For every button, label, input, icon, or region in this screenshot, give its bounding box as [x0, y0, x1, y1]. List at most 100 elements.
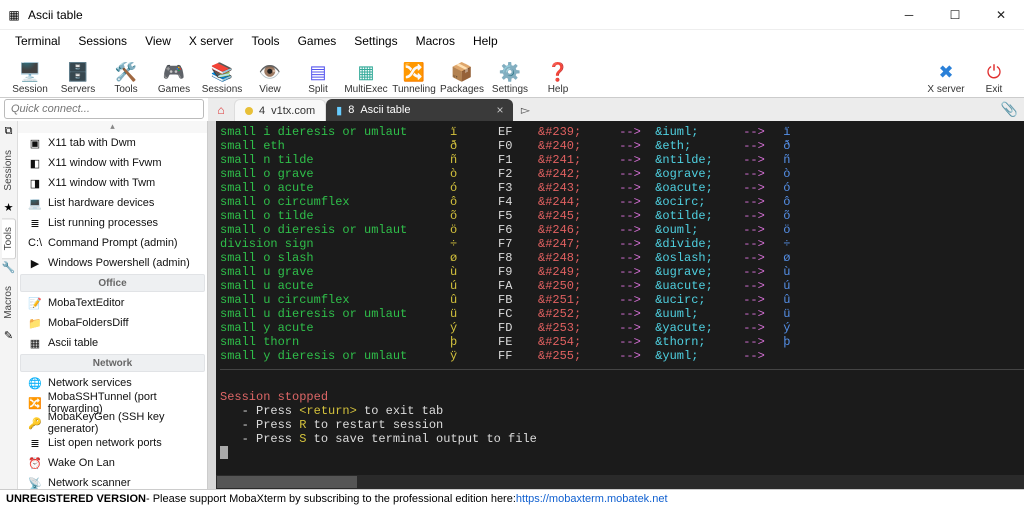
sidebar-item[interactable]: 📡Network scanner	[18, 473, 207, 489]
sidebar-item-label: X11 window with Twm	[48, 177, 155, 189]
minimize-button[interactable]: ─	[886, 0, 932, 30]
sidebar-item-icon: 🌐	[28, 377, 42, 390]
packages-icon: 📦	[451, 61, 473, 83]
tool-servers[interactable]: 🗄️Servers	[54, 61, 102, 97]
sidebar-item[interactable]: ≣List open network ports	[18, 433, 207, 453]
session-icon: 🖥️	[19, 61, 41, 83]
sidebar-scroll-up[interactable]: ▴	[18, 121, 207, 133]
tool-packages[interactable]: 📦Packages	[438, 61, 486, 97]
menu-settings[interactable]: Settings	[345, 32, 406, 50]
sidebar-section-header: Network	[20, 354, 205, 372]
sidebar-item-label: MobaFoldersDiff	[48, 317, 129, 329]
sidebar-item-icon: 📝	[28, 297, 42, 310]
sidebar-item-label: Windows Powershell (admin)	[48, 257, 190, 269]
sidebar-item-icon: 💻	[28, 197, 42, 210]
scrollbar-thumb[interactable]	[217, 476, 357, 488]
tool-help[interactable]: ❓Help	[534, 61, 582, 97]
terminal-h-scrollbar[interactable]	[216, 475, 1024, 489]
tool-exit[interactable]: ⏻Exit	[970, 61, 1018, 97]
sidebar-item[interactable]: 🔑MobaKeyGen (SSH key generator)	[18, 413, 207, 433]
menu-sessions[interactable]: Sessions	[69, 32, 136, 50]
status-link[interactable]: https://mobaxterm.mobatek.net	[516, 493, 668, 505]
terminal-cursor	[220, 446, 228, 459]
menu-macros[interactable]: Macros	[407, 32, 464, 50]
tab-close-icon[interactable]: ×	[496, 103, 503, 117]
menu-help[interactable]: Help	[464, 32, 507, 50]
tab-home-button[interactable]: ⌂	[208, 98, 234, 121]
side-tab-sessions[interactable]: Sessions	[2, 142, 15, 199]
sidebar-item-icon: ▶	[28, 257, 42, 270]
window-title: Ascii table	[28, 8, 886, 22]
menu-tools[interactable]: Tools	[243, 32, 289, 50]
sidebar-item[interactable]: C:\Command Prompt (admin)	[18, 233, 207, 253]
games-icon: 🎮	[163, 61, 185, 83]
view-icon: 👁️	[259, 61, 281, 83]
sidebar-item-icon: 📁	[28, 317, 42, 330]
menu-terminal[interactable]: Terminal	[6, 32, 69, 50]
tab-terminal-icon: ▮	[336, 104, 342, 117]
sidebar-item[interactable]: 📁 MobaFoldersDiff	[18, 313, 207, 333]
sidebar-item[interactable]: ◨X11 window with Twm	[18, 173, 207, 193]
sidebar-item-icon: ≣	[28, 217, 42, 230]
terminal-gutter[interactable]	[208, 121, 216, 489]
quick-connect-wrap	[0, 98, 208, 121]
toolbar: 🖥️Session🗄️Servers🛠️Tools🎮Games📚Sessions…	[0, 52, 1024, 98]
tool-tunneling[interactable]: 🔀Tunneling	[390, 61, 438, 97]
menu-x-server[interactable]: X server	[180, 32, 243, 50]
sidebar-item[interactable]: 🌐 Network services	[18, 373, 207, 393]
sidebar-item[interactable]: ▣ X11 tab with Dwm	[18, 133, 207, 153]
tools-icon: 🛠️	[115, 61, 137, 83]
tab-inactive[interactable]: 4 v1tx.com	[234, 99, 326, 121]
quick-connect-input[interactable]	[4, 99, 204, 119]
maximize-button[interactable]: ☐	[932, 0, 978, 30]
tool-x server[interactable]: ✖X server	[922, 61, 970, 97]
tool-tools[interactable]: 🛠️Tools	[102, 61, 150, 97]
sidebar-section-header: Office	[20, 274, 205, 292]
sidebar-item[interactable]: 🔀MobaSSHTunnel (port forwarding)	[18, 393, 207, 413]
sidebar-item-label: List running processes	[48, 217, 158, 229]
close-button[interactable]: ✕	[978, 0, 1024, 30]
sidebar-item[interactable]: ⏰ Wake On Lan	[18, 453, 207, 473]
sidebar-item[interactable]: 📝MobaTextEditor	[18, 293, 207, 313]
sidebar-item-label: MobaKeyGen (SSH key generator)	[48, 411, 199, 435]
tabstrip: ⌂ 4 v1tx.com ▮ 8 Ascii table × ▻ 📎	[208, 98, 1024, 121]
sidebar-item[interactable]: ▦Ascii table	[18, 333, 207, 353]
app-icon: ▦	[6, 7, 22, 23]
tool-multiexec[interactable]: ▦MultiExec	[342, 61, 390, 97]
servers-icon: 🗄️	[67, 61, 89, 83]
help-icon: ❓	[547, 61, 569, 83]
tool-games[interactable]: 🎮Games	[150, 61, 198, 97]
multiexec-icon: ▦	[357, 61, 374, 83]
tool-view[interactable]: 👁️View	[246, 61, 294, 97]
menu-games[interactable]: Games	[289, 32, 346, 50]
paperclip-icon[interactable]: 📎	[1001, 101, 1018, 118]
sidebar-item[interactable]: ▶ Windows Powershell (admin)	[18, 253, 207, 273]
menu-view[interactable]: View	[136, 32, 180, 50]
sidebar-item-icon: ◧	[28, 157, 42, 170]
window-controls: ─ ☐ ✕	[886, 0, 1024, 29]
tab-row: ⌂ 4 v1tx.com ▮ 8 Ascii table × ▻ 📎	[0, 98, 1024, 121]
sidebar-item-label: Wake On Lan	[48, 457, 115, 469]
menubar: TerminalSessionsViewX serverToolsGamesSe…	[0, 30, 1024, 52]
side-tab-tools[interactable]: Tools	[2, 218, 16, 259]
sidebar-item[interactable]: ◧ X11 window with Fvwm	[18, 153, 207, 173]
sidebar-item-icon: ⏰	[28, 457, 42, 470]
sidebar-item[interactable]: 💻List hardware devices	[18, 193, 207, 213]
tool-session[interactable]: 🖥️Session	[6, 61, 54, 97]
sidebar-item-label: Network services	[48, 377, 132, 389]
tab-active[interactable]: ▮ 8 Ascii table ×	[326, 99, 513, 121]
sidebar-item-label: X11 tab with Dwm	[48, 137, 136, 149]
terminal[interactable]: small i dieresis or umlautïEF&#239; --> …	[216, 121, 1024, 489]
main: ⧉Sessions★Tools🔧Macros✎ ▴ ▣X11 tab with …	[0, 121, 1024, 489]
tool-settings[interactable]: ⚙️Settings	[486, 61, 534, 97]
sidebar-item-label: X11 window with Fvwm	[48, 157, 162, 169]
tab-num: 8	[348, 104, 354, 116]
tool-split[interactable]: ▤Split	[294, 61, 342, 97]
tab-dot-icon	[245, 107, 253, 115]
new-tab-button[interactable]: ▻	[513, 98, 537, 121]
side-tab-macros[interactable]: Macros	[2, 278, 15, 327]
tool-sessions[interactable]: 📚Sessions	[198, 61, 246, 97]
sidebar-item-icon: ▣	[28, 137, 42, 150]
sidebar-item[interactable]: ≣ List running processes	[18, 213, 207, 233]
tab-label: Ascii table	[360, 104, 410, 116]
